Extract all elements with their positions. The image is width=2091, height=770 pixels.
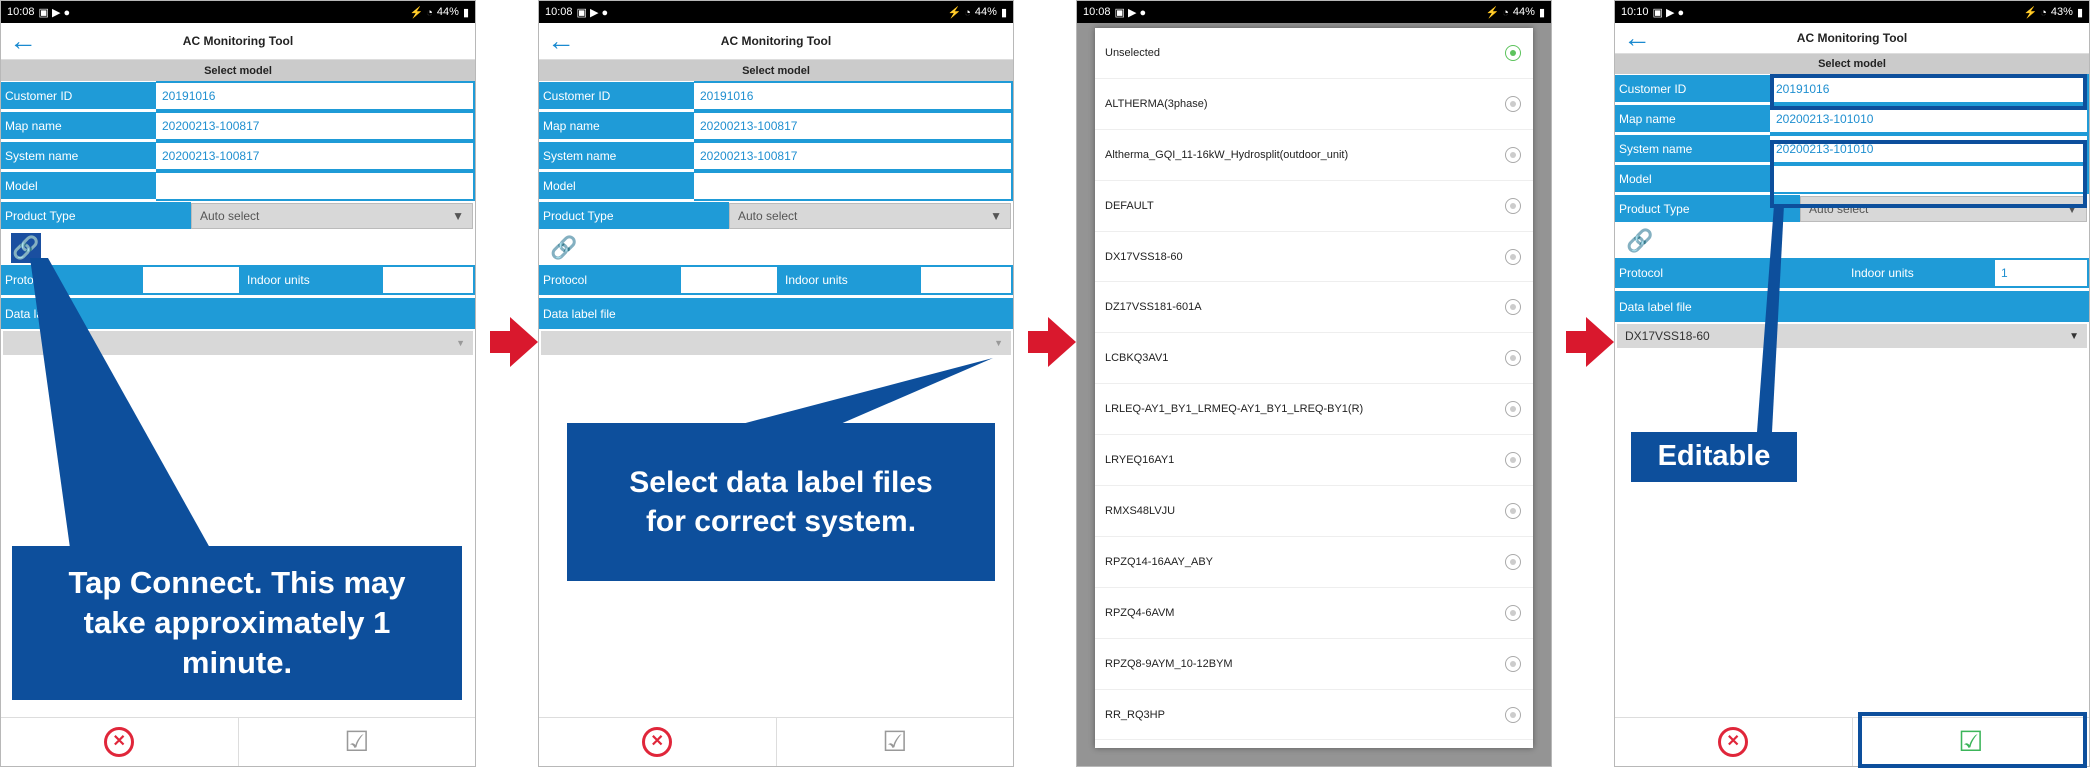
dialog-option-label: RR_RQ3HP bbox=[1105, 708, 1165, 721]
callout-pointer-2 bbox=[738, 358, 993, 425]
radio-button-icon[interactable] bbox=[1505, 44, 1521, 61]
callout-select-data-label: Select data label files for correct syst… bbox=[567, 423, 995, 581]
radio-button-icon[interactable] bbox=[1505, 502, 1521, 519]
dialog-option[interactable]: LRYEQ16AY1 bbox=[1095, 435, 1533, 487]
dialog-option-label: ALTHERMA(3phase) bbox=[1105, 97, 1208, 110]
dialog-option[interactable]: DEFAULT bbox=[1095, 181, 1533, 232]
dialog-option-label: Unselected bbox=[1105, 46, 1161, 59]
radio-button-icon[interactable] bbox=[1505, 706, 1521, 723]
dialog-option-label: RMXS48LVJU bbox=[1105, 504, 1176, 517]
callout-editable: Editable bbox=[1631, 432, 1797, 482]
dialog-option-label: RPZQ14-16AAY_ABY bbox=[1105, 555, 1214, 568]
battery-icon: ▮ bbox=[1538, 6, 1545, 19]
dialog-option[interactable]: LCBKQ3AV1 bbox=[1095, 333, 1533, 385]
next-step-arrow-icon bbox=[490, 317, 538, 367]
radio-dot bbox=[1510, 457, 1516, 464]
dialog-option-label: Altherma_GQI_11-16kW_Hydrosplit(outdoor_… bbox=[1105, 148, 1349, 161]
radio-button-icon[interactable] bbox=[1505, 604, 1521, 621]
callout-tap-connect: Tap Connect. This may take approximately… bbox=[12, 546, 462, 700]
dialog-option-label: LCBKQ3AV1 bbox=[1105, 352, 1169, 365]
bottom-action-bar: ✕ ☑ bbox=[1, 717, 475, 766]
highlight-confirm-button bbox=[1858, 712, 2087, 768]
dialog-option-label: LRYEQ16AY1 bbox=[1105, 454, 1175, 467]
status-bar: 10:08 ▣ ▶ ● ⚡ ◔ 44% ▮ bbox=[1077, 1, 1551, 23]
radio-button-icon[interactable] bbox=[1505, 401, 1521, 418]
cancel-icon: ✕ bbox=[642, 727, 673, 757]
dialog-option[interactable]: RMXS48LVJU bbox=[1095, 486, 1533, 537]
radio-dot bbox=[1510, 507, 1516, 514]
cancel-icon: ✕ bbox=[1718, 727, 1749, 757]
dialog-option-label: RPZQ4-6AVM bbox=[1105, 606, 1175, 619]
radio-dot bbox=[1510, 609, 1516, 616]
dialog-option[interactable]: ALTHERMA(3phase) bbox=[1095, 79, 1533, 130]
radio-dot bbox=[1510, 711, 1516, 718]
dialog-option-label: DZ17VSS181-601A bbox=[1105, 301, 1202, 314]
radio-dot bbox=[1510, 660, 1516, 667]
dialog-option[interactable]: RR_RQ3HP bbox=[1095, 690, 1533, 741]
dialog-option-label: DEFAULT bbox=[1105, 199, 1154, 212]
dialog-option-label: DX17VSS18-60 bbox=[1105, 250, 1183, 263]
dialog-option-label: RPZQ8-9AYM_10-12BYM bbox=[1105, 657, 1233, 670]
dialog-option[interactable]: DZ17VSS181-601A bbox=[1095, 282, 1533, 334]
checkbox-confirm-icon: ☑ bbox=[344, 726, 370, 757]
bottom-action-bar: ✕ ☑ bbox=[539, 717, 1013, 766]
radio-button-icon[interactable] bbox=[1505, 248, 1521, 265]
battery-level: 44% bbox=[1512, 6, 1535, 18]
confirm-button[interactable]: ☑ bbox=[237, 718, 476, 766]
radio-button-icon[interactable] bbox=[1505, 146, 1521, 163]
radio-button-icon[interactable] bbox=[1505, 452, 1521, 469]
dialog-option[interactable]: LRLEQ-AY1_BY1_LRMEQ-AY1_BY1_LREQ-BY1(R) bbox=[1095, 384, 1533, 436]
radio-button-icon[interactable] bbox=[1505, 95, 1521, 112]
dialog-option[interactable]: DX17VSS18-60 bbox=[1095, 232, 1533, 283]
radio-button-icon[interactable] bbox=[1505, 553, 1521, 570]
dialog-option[interactable]: RPZQ4-6AVM bbox=[1095, 588, 1533, 639]
radio-dot bbox=[1510, 100, 1516, 107]
signal-icon: ⚡ ◔ bbox=[1485, 6, 1509, 19]
screen-panel-3: 10:08 ▣ ▶ ● ⚡ ◔ 44% ▮ Unselected ALTHERMA(3p… bbox=[1076, 0, 1552, 767]
dialog-option[interactable]: RPZQ14-16AAY_ABY bbox=[1095, 537, 1533, 588]
radio-dot bbox=[1510, 49, 1516, 56]
cancel-button[interactable]: ✕ bbox=[539, 718, 776, 766]
radio-button-icon[interactable] bbox=[1505, 655, 1521, 672]
cancel-icon: ✕ bbox=[104, 727, 135, 757]
radio-button-icon[interactable] bbox=[1505, 299, 1521, 316]
dialog-option[interactable]: Unselected bbox=[1095, 28, 1533, 79]
dialog-option[interactable]: Altherma_GQI_11-16kW_Hydrosplit(outdoor_… bbox=[1095, 130, 1533, 181]
clock: 10:08 bbox=[1083, 6, 1111, 18]
checkbox-confirm-icon: ☑ bbox=[882, 726, 908, 757]
radio-dot bbox=[1510, 355, 1516, 362]
cancel-button[interactable]: ✕ bbox=[1615, 718, 1852, 766]
cancel-button[interactable]: ✕ bbox=[1, 718, 238, 766]
radio-dot bbox=[1510, 151, 1516, 158]
dialog-option[interactable]: RPZQ8-9AYM_10-12BYM bbox=[1095, 639, 1533, 690]
next-step-arrow-icon bbox=[1028, 317, 1076, 367]
data-label-file-dialog: Unselected ALTHERMA(3phase) Altherma_GQI_1… bbox=[1095, 28, 1533, 748]
radio-dot bbox=[1510, 406, 1516, 413]
radio-dot bbox=[1510, 253, 1516, 260]
radio-button-icon[interactable] bbox=[1505, 350, 1521, 367]
radio-dot bbox=[1510, 202, 1516, 209]
dialog-option-label: LRLEQ-AY1_BY1_LRMEQ-AY1_BY1_LREQ-BY1(R) bbox=[1105, 403, 1364, 416]
callout-pointer-4 bbox=[1757, 205, 1784, 432]
radio-dot bbox=[1510, 304, 1516, 311]
confirm-button[interactable]: ☑ bbox=[775, 718, 1014, 766]
radio-button-icon[interactable] bbox=[1505, 197, 1521, 214]
callout-pointer-1 bbox=[30, 258, 210, 548]
radio-dot bbox=[1510, 558, 1516, 565]
next-step-arrow-icon bbox=[1566, 317, 1614, 367]
notification-icons: ▣ ▶ ● bbox=[1114, 6, 1147, 19]
